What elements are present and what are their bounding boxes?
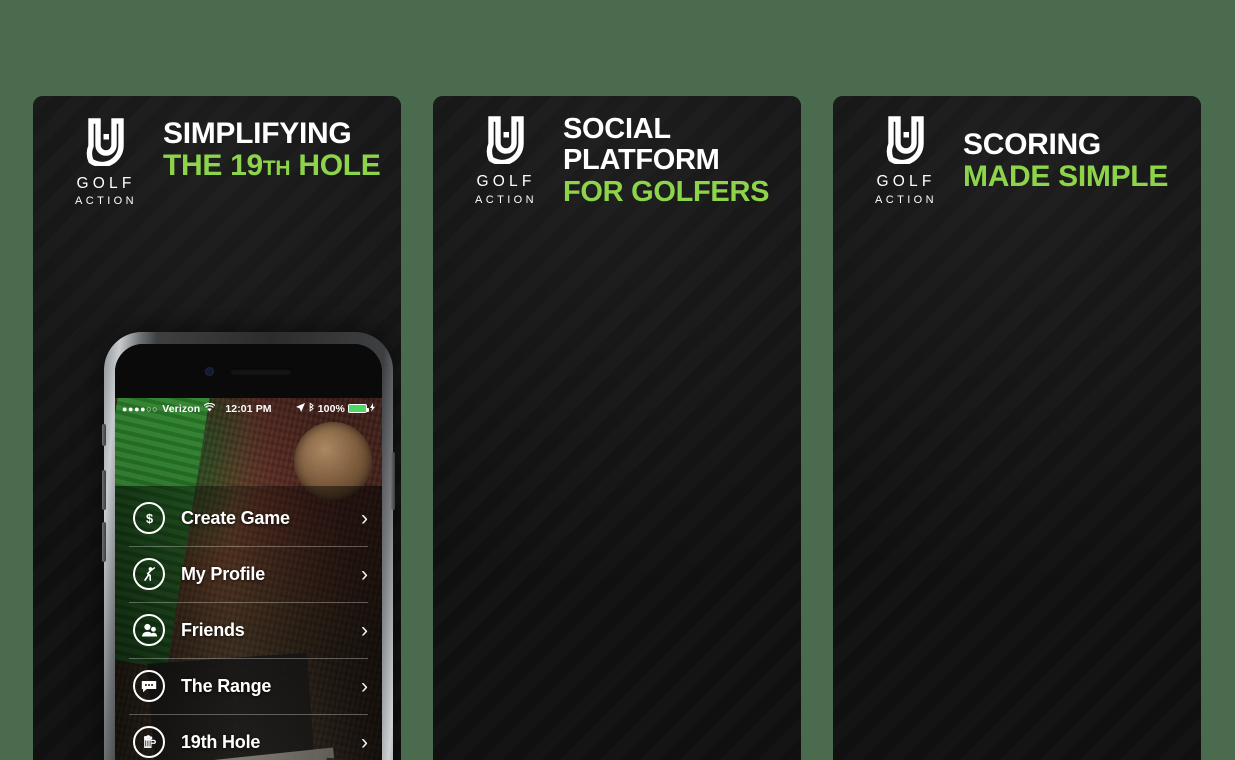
golf-action-shield-logo-icon <box>86 118 126 166</box>
menu-item-the-range[interactable]: The Range › <box>115 658 382 714</box>
phone-device-1: ●●●●○○ Verizon 12:01 PM 100% $ Create Ga… <box>102 332 395 760</box>
svg-text:$: $ <box>145 511 152 526</box>
chevron-right-icon: › <box>361 506 368 530</box>
volume-down-button[interactable] <box>102 522 106 562</box>
two-people-icon <box>133 614 165 646</box>
golfer-swing-icon <box>133 558 165 590</box>
dollar-sign-icon: $ <box>133 502 165 534</box>
tagline-line-2: THE 19TH HOLE <box>163 149 381 183</box>
brand-logo-block: GOLF ACTION <box>859 116 953 206</box>
panel-1-header: GOLF ACTION SIMPLIFYING THE 19TH HOLE <box>33 96 401 236</box>
menu-item-create-game[interactable]: $ Create Game › <box>115 490 382 546</box>
panel-1-tagline: SIMPLIFYING THE 19TH HOLE <box>163 117 381 183</box>
panel-scoring: GOLF ACTION SCORING MADE SIMPLE <box>833 96 1201 760</box>
brand-name-line2: ACTION <box>475 193 537 206</box>
mute-switch[interactable] <box>102 424 106 446</box>
panel-2-header: GOLF ACTION SOCIAL PLATFORM FOR GOLFERS <box>433 96 801 226</box>
tagline-line-2-pre: THE 19 <box>163 149 263 183</box>
menu-item-label: The Range <box>181 675 272 696</box>
panel-social-platform: GOLF ACTION SOCIAL PLATFORM FOR GOLFERS <box>433 96 801 760</box>
chevron-right-icon: › <box>361 674 368 698</box>
status-bar-1: ●●●●○○ Verizon 12:01 PM 100% <box>115 398 382 419</box>
panel-3-tagline: SCORING MADE SIMPLE <box>963 127 1169 193</box>
chevron-right-icon: › <box>361 618 368 642</box>
tagline-line-1: SCORING <box>963 127 1101 161</box>
brand-logo-block: GOLF ACTION <box>59 118 153 207</box>
status-right-1: 100% <box>249 402 375 415</box>
panel-simplifying: GOLF ACTION SIMPLIFYING THE 19TH HOLE ●●… <box>33 96 401 760</box>
chat-bubble-icon <box>133 670 165 702</box>
tagline-line-2: FOR GOLFERS <box>563 175 770 208</box>
brand-logo-block: GOLF ACTION <box>459 116 553 206</box>
phone-notch-1 <box>115 344 382 398</box>
golf-action-shield-logo-icon <box>886 116 926 165</box>
menu-item-label: My Profile <box>181 563 266 584</box>
brand-name-line1: GOLF <box>876 173 936 191</box>
earpiece-speaker <box>230 367 292 375</box>
chevron-right-icon: › <box>361 730 368 754</box>
brand-name-line1: GOLF <box>476 173 536 191</box>
tagline-line-2: MADE SIMPLE <box>963 160 1169 193</box>
volume-up-button[interactable] <box>102 470 106 510</box>
lightning-bolt-icon <box>370 402 375 415</box>
wifi-icon <box>203 402 216 415</box>
main-menu-list: $ Create Game › My Profile › Friends › T… <box>115 490 382 760</box>
menu-item-19th-hole[interactable]: 19th Hole › <box>115 714 382 760</box>
brand-name-line2: ACTION <box>875 193 937 206</box>
front-camera-icon <box>205 366 214 376</box>
golf-action-shield-logo-icon <box>486 116 526 165</box>
bluetooth-icon <box>308 402 315 415</box>
marketing-screenshot-stage: GOLF ACTION SIMPLIFYING THE 19TH HOLE ●●… <box>0 0 1235 760</box>
app-screen-main-menu: ●●●●○○ Verizon 12:01 PM 100% $ Create Ga… <box>115 398 382 760</box>
location-arrow-icon <box>295 402 305 415</box>
power-button[interactable] <box>391 452 395 510</box>
tagline-line-2-post: HOLE <box>290 149 381 183</box>
tagline-line-2-sup: TH <box>262 157 291 181</box>
status-left-1: ●●●●○○ Verizon <box>122 402 249 415</box>
brand-name-line2: ACTION <box>75 195 137 208</box>
brand-name-line1: GOLF <box>76 175 136 192</box>
carrier-label: Verizon <box>162 402 201 415</box>
menu-item-label: 19th Hole <box>181 731 261 752</box>
menu-item-my-profile[interactable]: My Profile › <box>115 546 382 602</box>
phone-screen-bezel-1: ●●●●○○ Verizon 12:01 PM 100% $ Create Ga… <box>115 344 382 760</box>
tagline-line-1a: SOCIAL <box>563 113 671 146</box>
battery-icon <box>348 404 369 413</box>
tagline-line-1: SIMPLIFYING <box>163 117 352 150</box>
beer-mug-icon <box>133 726 165 758</box>
panel-3-header: GOLF ACTION SCORING MADE SIMPLE <box>833 96 1201 226</box>
battery-percent-label: 100% <box>317 402 345 415</box>
chevron-right-icon: › <box>361 562 368 586</box>
panel-2-tagline: SOCIAL PLATFORM FOR GOLFERS <box>563 114 769 207</box>
signal-strength-icon: ●●●●○○ <box>122 403 159 414</box>
menu-item-label: Friends <box>181 619 245 640</box>
tagline-line-1b: PLATFORM <box>563 144 720 177</box>
menu-item-label: Create Game <box>181 507 290 528</box>
menu-item-friends[interactable]: Friends › <box>115 602 382 658</box>
